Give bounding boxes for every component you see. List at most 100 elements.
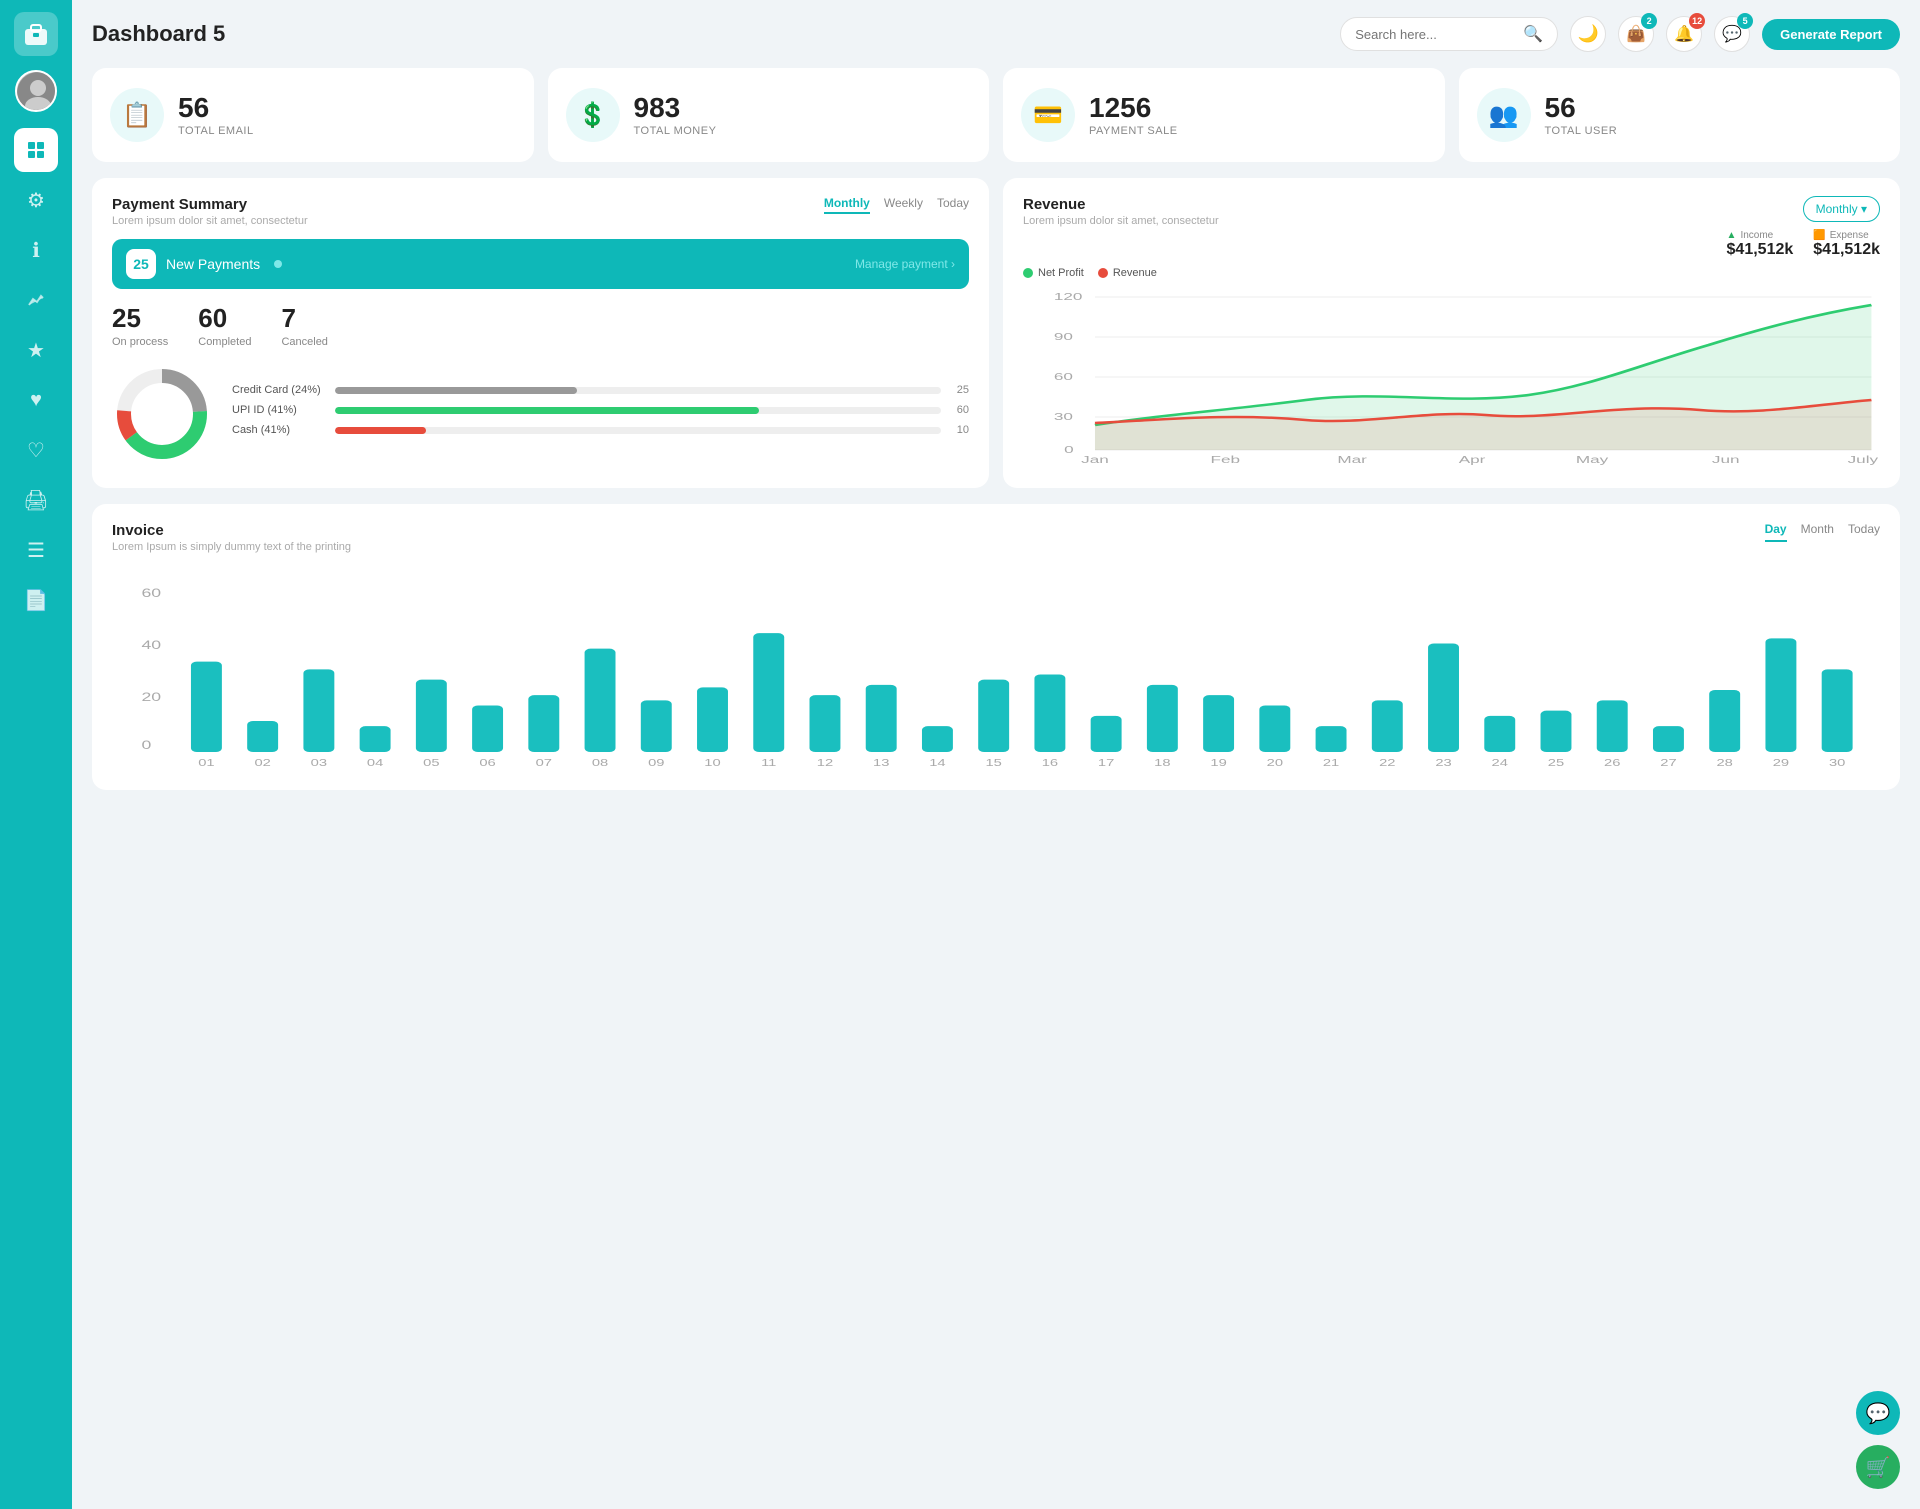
svg-text:22: 22: [1379, 757, 1395, 767]
email-icon: 📋: [110, 88, 164, 142]
svg-text:Feb: Feb: [1210, 454, 1240, 465]
bar-fill-upi: [335, 407, 759, 414]
money-value: 983: [634, 93, 717, 124]
payment-bars: Credit Card (24%) 25 UPI ID (41%) 60 Cas…: [232, 384, 969, 444]
payment-summary-title: Payment Summary: [112, 196, 308, 213]
completed-stat: 60 Completed: [198, 303, 251, 348]
invoice-header: Invoice Lorem Ipsum is simply dummy text…: [112, 522, 1880, 553]
revenue-chart: 120 90 60 30 0: [1023, 285, 1880, 470]
manage-payment-link[interactable]: Manage payment ›: [855, 257, 955, 271]
revenue-subtitle: Lorem ipsum dolor sit amet, consectetur: [1023, 215, 1219, 227]
sidebar-item-dashboard[interactable]: [14, 128, 58, 172]
svg-text:July: July: [1848, 454, 1878, 465]
sidebar-item-chart[interactable]: [14, 278, 58, 322]
svg-text:24: 24: [1492, 757, 1508, 767]
search-input[interactable]: [1355, 27, 1515, 42]
fab-container: 💬 🛒: [1856, 1391, 1900, 1489]
svg-text:16: 16: [1042, 757, 1058, 767]
completed-label: Completed: [198, 336, 251, 348]
header: Dashboard 5 🔍 🌙 👜 2 🔔 12 💬 5 Generate Re…: [92, 16, 1900, 52]
svg-text:25: 25: [1548, 757, 1564, 767]
svg-text:Mar: Mar: [1337, 454, 1367, 465]
sidebar-item-doc[interactable]: 📄: [14, 578, 58, 622]
revenue-card: Revenue Lorem ipsum dolor sit amet, cons…: [1003, 178, 1900, 488]
invoice-tab-day[interactable]: Day: [1765, 522, 1787, 542]
revenue-monthly-button[interactable]: Monthly ▾: [1803, 196, 1880, 222]
invoice-card: Invoice Lorem Ipsum is simply dummy text…: [92, 504, 1900, 790]
canceled-stat: 7 Canceled: [281, 303, 327, 348]
svg-text:10: 10: [704, 757, 720, 767]
bar-track-cash: [335, 427, 941, 434]
sidebar-item-heart[interactable]: ♥: [14, 378, 58, 422]
sidebar-logo[interactable]: [14, 12, 58, 56]
chat-button[interactable]: 💬 5: [1714, 16, 1750, 52]
revenue-meta: ▲ Income $41,512k 🟧 Expense $41,512k: [1727, 230, 1880, 259]
svg-text:07: 07: [536, 757, 552, 767]
payment-summary-subtitle: Lorem ipsum dolor sit amet, consectetur: [112, 215, 308, 227]
avatar[interactable]: [15, 70, 57, 112]
expense-meta: 🟧 Expense $41,512k: [1813, 230, 1880, 259]
sidebar-item-print[interactable]: 🖨: [14, 478, 58, 522]
svg-text:29: 29: [1773, 757, 1789, 767]
bar-track-credit: [335, 387, 941, 394]
canceled-value: 7: [281, 303, 327, 334]
invoice-bar-chart: 60 40 20 0 01020304050607080910111213141…: [112, 567, 1880, 772]
sidebar-item-info[interactable]: ℹ: [14, 228, 58, 272]
new-payments-left: 25 New Payments: [126, 249, 282, 279]
svg-text:15: 15: [985, 757, 1001, 767]
net-profit-dot: [1023, 268, 1033, 278]
invoice-title: Invoice: [112, 522, 351, 539]
bar-label-credit: Credit Card (24%): [232, 384, 327, 396]
revenue-titles: Revenue Lorem ipsum dolor sit amet, cons…: [1023, 196, 1219, 227]
on-process-label: On process: [112, 336, 168, 348]
tab-today[interactable]: Today: [937, 196, 969, 214]
svg-text:0: 0: [1064, 444, 1074, 455]
user-value: 56: [1545, 93, 1618, 124]
donut-chart: [112, 364, 212, 464]
income-label: ▲ Income: [1727, 230, 1794, 241]
generate-report-button[interactable]: Generate Report: [1762, 19, 1900, 50]
fab-support-button[interactable]: 💬: [1856, 1391, 1900, 1435]
user-label: TOTAL USER: [1545, 125, 1618, 137]
mid-row: Payment Summary Lorem ipsum dolor sit am…: [92, 178, 1900, 488]
bell-badge: 12: [1689, 13, 1705, 29]
search-box[interactable]: 🔍: [1340, 17, 1558, 51]
revenue-right: Monthly ▾ ▲ Income $41,512k 🟧 Expense $4…: [1727, 196, 1880, 259]
bar-row-credit: Credit Card (24%) 25: [232, 384, 969, 396]
svg-text:13: 13: [873, 757, 889, 767]
stat-payment-info: 1256 PAYMENT SALE: [1089, 93, 1178, 138]
tab-weekly[interactable]: Weekly: [884, 196, 923, 214]
payment-value: 1256: [1089, 93, 1178, 124]
email-label: TOTAL EMAIL: [178, 125, 254, 137]
money-icon: 💲: [566, 88, 620, 142]
svg-text:90: 90: [1054, 331, 1073, 342]
on-process-value: 25: [112, 303, 168, 334]
bar-val-credit: 25: [949, 384, 969, 396]
stat-cards: 📋 56 TOTAL EMAIL 💲 983 TOTAL MONEY 💳 125…: [92, 68, 1900, 162]
stat-user-info: 56 TOTAL USER: [1545, 93, 1618, 138]
bell-button[interactable]: 🔔 12: [1666, 16, 1702, 52]
invoice-tab-today[interactable]: Today: [1848, 522, 1880, 542]
bar-fill-cash: [335, 427, 426, 434]
bar-label-upi: UPI ID (41%): [232, 404, 327, 416]
svg-text:03: 03: [311, 757, 327, 767]
sidebar-item-settings[interactable]: ⚙: [14, 178, 58, 222]
expense-label: 🟧 Expense: [1813, 230, 1880, 241]
sidebar-item-star[interactable]: ★: [14, 328, 58, 372]
page-title: Dashboard 5: [92, 21, 225, 47]
sidebar-item-list[interactable]: ☰: [14, 528, 58, 572]
wallet-button[interactable]: 👜 2: [1618, 16, 1654, 52]
payment-summary-header: Payment Summary Lorem ipsum dolor sit am…: [112, 196, 969, 227]
dark-mode-button[interactable]: 🌙: [1570, 16, 1606, 52]
income-meta: ▲ Income $41,512k: [1727, 230, 1794, 259]
revenue-legend: Net Profit Revenue: [1023, 267, 1880, 279]
stat-card-user: 👥 56 TOTAL USER: [1459, 68, 1901, 162]
tab-monthly[interactable]: Monthly: [824, 196, 870, 214]
bar-val-cash: 10: [949, 424, 969, 436]
sidebar-item-heart2[interactable]: ♡: [14, 428, 58, 472]
search-icon: 🔍: [1523, 24, 1543, 44]
income-value: $41,512k: [1727, 241, 1794, 259]
invoice-tab-month[interactable]: Month: [1801, 522, 1834, 542]
payment-summary-card: Payment Summary Lorem ipsum dolor sit am…: [92, 178, 989, 488]
fab-cart-button[interactable]: 🛒: [1856, 1445, 1900, 1489]
